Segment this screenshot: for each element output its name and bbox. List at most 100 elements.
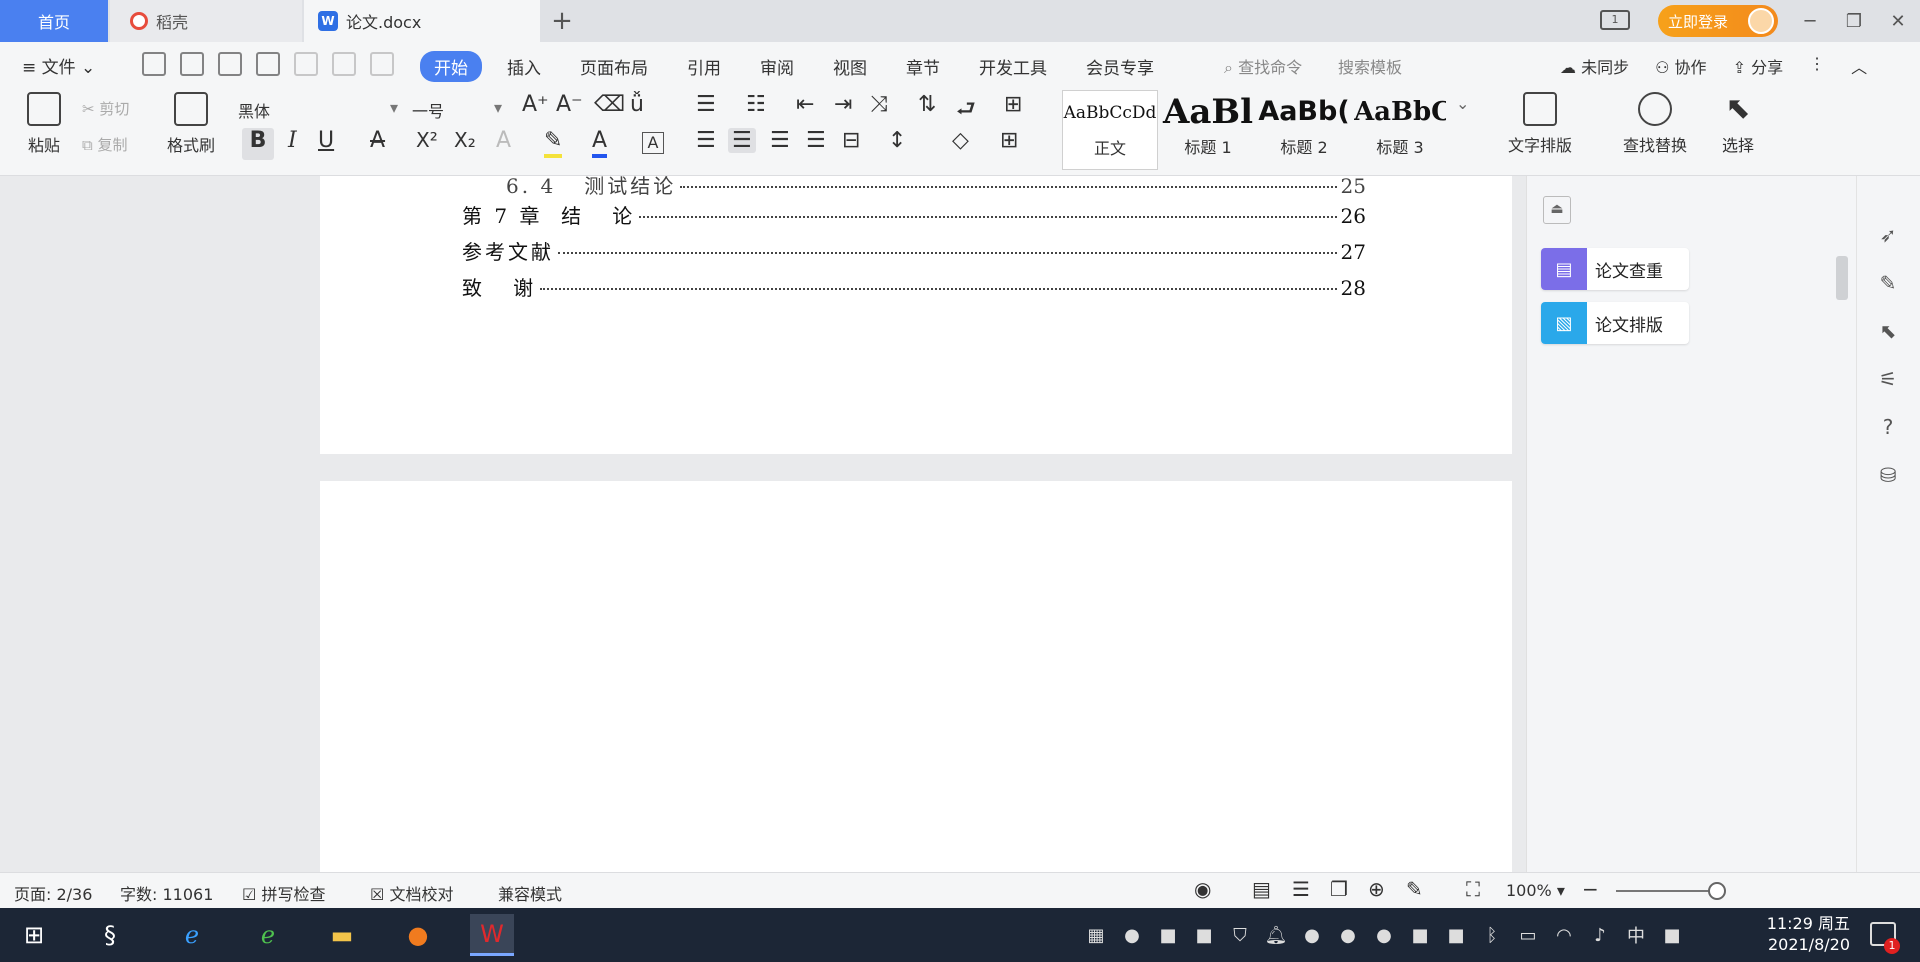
ruler-icon[interactable]: ⊞	[1004, 92, 1022, 117]
shrink-font-icon[interactable]: A⁻	[556, 92, 583, 117]
decrease-indent-icon[interactable]: ⇤	[796, 92, 814, 117]
vertical-scrollbar[interactable]	[1832, 180, 1852, 870]
collapse-ribbon-icon[interactable]: ︿	[1851, 54, 1867, 78]
ime-indicator[interactable]: 中	[1624, 922, 1648, 948]
pointer-icon[interactable]: ⬉	[1875, 318, 1901, 344]
screen-count-icon[interactable]: 1	[1600, 10, 1630, 30]
internet-explorer-icon[interactable]: ℯ	[170, 914, 214, 956]
search-template-input[interactable]: 搜索模板	[1338, 54, 1402, 78]
char-border-icon[interactable]: A	[642, 132, 664, 154]
nvidia-icon[interactable]: ■	[1444, 925, 1468, 946]
font-color-icon[interactable]: A	[592, 128, 608, 158]
tray-app-icon[interactable]: ■	[1192, 925, 1216, 946]
page-view-icon[interactable]: ▤	[1252, 877, 1271, 901]
distribute-icon[interactable]: ⊟	[842, 128, 860, 153]
select-button[interactable]: ⬉ 选择	[1710, 92, 1766, 156]
toc-entry[interactable]: 6. 4 测试结论 25	[506, 176, 1366, 198]
tab-view[interactable]: 视图	[819, 51, 881, 82]
tab-review[interactable]: 审阅	[746, 51, 808, 82]
style-heading-1[interactable]: AaBl 标题 1	[1162, 90, 1254, 170]
tab-start[interactable]: 开始	[420, 51, 482, 82]
zoom-slider-handle[interactable]	[1708, 882, 1726, 900]
tab-developer[interactable]: 开发工具	[965, 51, 1061, 82]
battery-icon[interactable]: ▭	[1516, 925, 1540, 946]
clear-format-icon[interactable]: ⌫	[594, 92, 625, 117]
pen-icon[interactable]: ✎	[1875, 270, 1901, 296]
undo-icon[interactable]	[294, 52, 318, 76]
zoom-level[interactable]: 100% ▾	[1506, 881, 1565, 900]
paste-button[interactable]: 粘贴	[16, 92, 72, 156]
tab-home[interactable]: 首页	[0, 0, 108, 42]
italic-button[interactable]: I	[288, 128, 297, 153]
taskbar-clock[interactable]: 11:29 周五 2021/8/20	[1740, 913, 1850, 955]
minimize-button[interactable]: ─	[1788, 11, 1832, 32]
tab-page-layout[interactable]: 页面布局	[566, 51, 662, 82]
align-right-icon[interactable]: ☰	[770, 128, 790, 153]
copy-button[interactable]: ⧉ 复制	[82, 134, 128, 155]
strikethrough-icon[interactable]: A	[370, 128, 385, 153]
tray-app-icon[interactable]: ●	[1120, 925, 1144, 946]
login-button[interactable]: 立即登录	[1658, 5, 1778, 37]
share-button[interactable]: ⇪ 分享	[1733, 54, 1784, 78]
grow-font-icon[interactable]: A⁺	[522, 92, 549, 117]
tray-app-icon[interactable]: ■	[1156, 925, 1180, 946]
justify-icon[interactable]: ☰	[806, 128, 826, 153]
phonetic-icon[interactable]: ǚ	[630, 92, 644, 117]
fit-page-icon[interactable]: ⛶	[1466, 877, 1480, 901]
bell-icon[interactable]: 🔔︎	[1264, 925, 1288, 946]
print-preview-icon[interactable]	[256, 52, 280, 76]
browser-360-icon[interactable]: ℯ	[246, 914, 290, 956]
subscript-button[interactable]: X₂	[454, 128, 476, 152]
file-explorer-icon[interactable]: ▬	[320, 914, 364, 956]
show-marks-icon[interactable]: ⮐	[956, 92, 976, 130]
tray-app-icon[interactable]: ■	[1660, 925, 1684, 946]
paper-check-button[interactable]: ▤ 论文查重	[1541, 248, 1689, 290]
shading-icon[interactable]: ◇	[952, 128, 969, 153]
text-effect-icon[interactable]: A	[496, 128, 511, 153]
help-icon[interactable]: ?	[1875, 414, 1901, 440]
tab-section[interactable]: 章节	[892, 51, 954, 82]
bold-button[interactable]: B	[242, 128, 274, 160]
font-size-select[interactable]: 一号 ▾	[412, 98, 502, 122]
tray-app-icon[interactable]: ●	[1336, 925, 1360, 946]
app-360-icon[interactable]: §	[88, 914, 132, 956]
style-heading-3[interactable]: AaBbC 标题 3	[1354, 90, 1446, 170]
toc-entry[interactable]: 致 谢 28	[462, 272, 1366, 300]
file-menu[interactable]: ≡ 文件 ⌄	[22, 53, 95, 78]
toc-entry[interactable]: 参考文献 27	[462, 236, 1366, 264]
doc-proof-button[interactable]: ☒ 文档校对	[370, 881, 453, 905]
new-tab-button[interactable]: +	[542, 0, 582, 42]
zoom-out-icon[interactable]: −	[1582, 877, 1599, 901]
tray-app-icon[interactable]: ●	[1300, 925, 1324, 946]
web-view-icon[interactable]: ⊕	[1368, 877, 1385, 901]
cut-button[interactable]: ✂ 剪切	[82, 98, 129, 119]
numbered-list-icon[interactable]: ☷	[746, 92, 766, 117]
adjust-icon[interactable]: ⚟	[1875, 366, 1901, 392]
align-left-icon[interactable]: ☰	[696, 128, 716, 153]
reading-view-icon[interactable]: ❐	[1330, 877, 1348, 901]
wifi-icon[interactable]: ◠	[1552, 925, 1576, 946]
collaborate-button[interactable]: ⚇ 协作	[1655, 54, 1706, 78]
tab-document[interactable]: W 论文.docx	[304, 0, 540, 42]
customize-icon[interactable]	[370, 52, 394, 76]
more-icon[interactable]: ⋮	[1809, 54, 1825, 78]
underline-button[interactable]: U	[318, 128, 334, 153]
tab-docer[interactable]: 稻壳	[110, 0, 302, 42]
search-command-input[interactable]: ⌕ 查找命令	[1224, 54, 1302, 78]
word-count[interactable]: 字数: 11061	[120, 881, 213, 905]
highlight-icon[interactable]: ✎	[544, 128, 563, 158]
maximize-button[interactable]: ❐	[1832, 11, 1876, 32]
outline-view-icon[interactable]: ☰	[1292, 877, 1310, 901]
page-indicator[interactable]: 页面: 2/36	[14, 881, 92, 905]
style-heading-2[interactable]: AaBb( 标题 2	[1258, 90, 1350, 170]
print-icon[interactable]	[218, 52, 242, 76]
save-icon[interactable]	[142, 52, 166, 76]
chinese-layout-icon[interactable]: ⤨	[870, 92, 888, 117]
superscript-button[interactable]: X²	[416, 128, 438, 152]
cpu-monitor-icon[interactable]: ▦	[1084, 925, 1108, 946]
wps-taskbar-icon[interactable]: W	[470, 914, 514, 956]
text-layout-button[interactable]: 文字排版	[1496, 92, 1584, 156]
media-app-icon[interactable]: ●	[396, 914, 440, 956]
eye-protect-icon[interactable]: ◉	[1194, 877, 1211, 901]
write-view-icon[interactable]: ✎	[1406, 877, 1423, 901]
